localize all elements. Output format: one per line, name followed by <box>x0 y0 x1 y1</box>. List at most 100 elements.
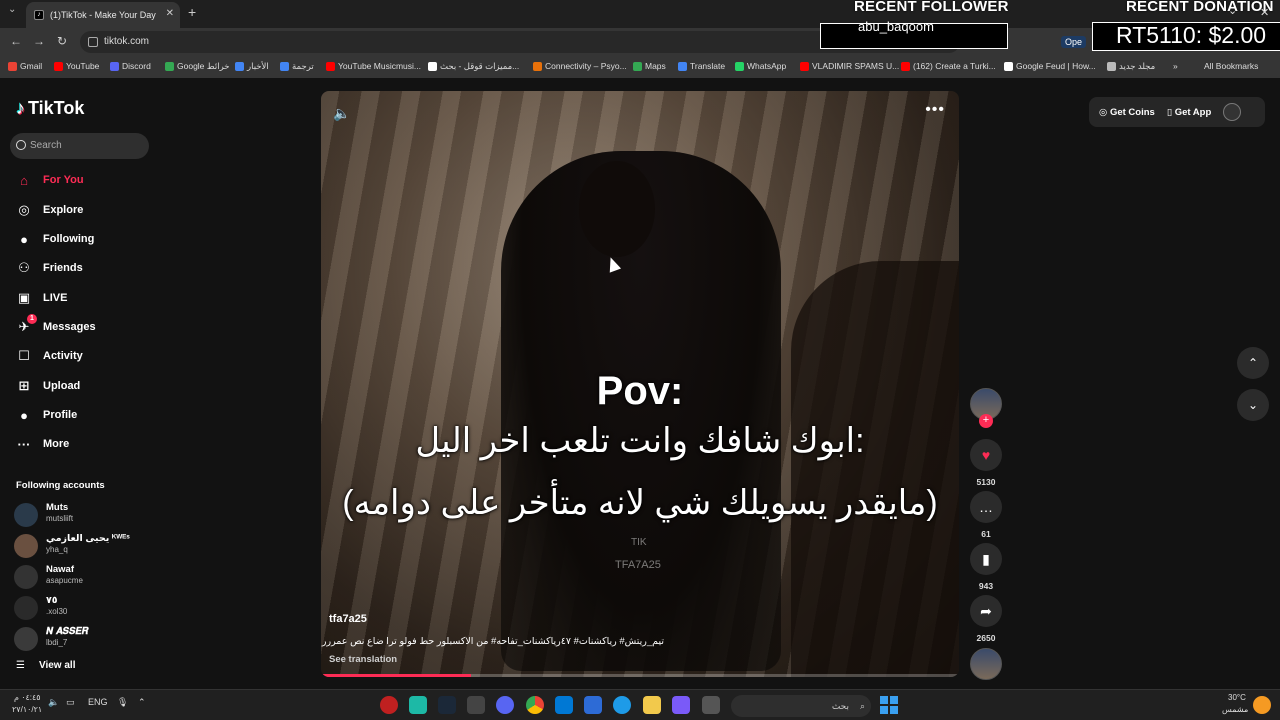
tab-list-chevron-icon[interactable]: ⌄ <box>8 4 16 15</box>
search-input[interactable]: Search <box>10 133 149 159</box>
sidebar-item-following[interactable]: ● Following <box>16 229 94 249</box>
bookmark-item[interactable]: YouTube Musicmusi... <box>326 61 421 71</box>
network-tray-icon[interactable]: ▭ <box>66 697 75 708</box>
sidebar-item-explore[interactable]: ◎ Explore <box>16 200 83 220</box>
file-explorer-icon[interactable] <box>643 696 661 714</box>
volume-tray-icon[interactable]: 🔈 <box>48 697 59 708</box>
next-video-chevron-down-icon[interactable]: ⌄ <box>1237 389 1269 421</box>
view-all-button[interactable]: ☰ View all <box>16 660 75 671</box>
open-app-chip[interactable]: Ope <box>1061 36 1087 48</box>
user-avatar[interactable] <box>1223 103 1242 121</box>
see-translation-link[interactable]: See translation <box>329 654 397 665</box>
bookmark-icon[interactable]: ▮ <box>970 543 1002 575</box>
sidebar-item-more[interactable]: ··· More <box>16 434 70 454</box>
edge-taskbar-icon[interactable] <box>613 696 631 714</box>
media-app-icon[interactable] <box>467 696 485 714</box>
windows-start-icon[interactable] <box>880 696 898 714</box>
bookmark-item[interactable]: WhatsApp <box>735 61 786 71</box>
weather-desc[interactable]: مشمس <box>1222 705 1248 714</box>
bookmark-item[interactable]: Discord <box>110 61 151 71</box>
heart-icon[interactable]: ♥ <box>970 439 1002 471</box>
compass-icon: ◎ <box>18 202 30 217</box>
back-icon[interactable]: ← <box>10 34 22 48</box>
obs-app-icon[interactable] <box>380 696 398 714</box>
video-more-options-icon[interactable]: ••• <box>925 101 945 119</box>
microphone-tray-icon[interactable]: 🎙 <box>117 697 128 708</box>
url-text: tiktok.com <box>104 36 150 47</box>
account-name: ٧٥ <box>46 595 58 606</box>
recent-donation-title: RECENT DONATION <box>1126 0 1274 15</box>
discord-taskbar-icon[interactable] <box>496 696 514 714</box>
get-coins-button[interactable]: ◎ Get Coins <box>1099 107 1155 118</box>
get-app-button[interactable]: ▯ Get App <box>1167 107 1211 118</box>
bookmark-item[interactable]: Connectivity – Psyo... <box>533 61 627 71</box>
music-disc-avatar[interactable] <box>970 648 1002 680</box>
follow-plus-icon[interactable]: + <box>979 414 993 428</box>
forward-icon[interactable]: → <box>33 34 45 48</box>
mail-app-icon[interactable] <box>555 696 573 714</box>
clock-date[interactable]: ٢٧/١٠/٢١ <box>12 705 42 714</box>
video-progress-bar[interactable] <box>321 674 959 677</box>
bookmark-item[interactable]: مجلد جديد <box>1107 61 1155 72</box>
bookmark-item[interactable]: الأخبار <box>235 61 269 72</box>
bookmarks-overflow-icon[interactable]: » <box>1173 61 1178 71</box>
window-minimize-icon[interactable]: ⌄ <box>1228 4 1237 17</box>
bookmark-item[interactable]: YouTube <box>54 61 99 71</box>
sidebar-item-upload[interactable]: ⊞ Upload <box>16 376 81 396</box>
bookmark-item[interactable]: Translate <box>678 61 725 71</box>
task-view-icon[interactable] <box>702 696 720 714</box>
reload-icon[interactable]: ↻ <box>57 34 67 48</box>
bookmark-label: Gmail <box>20 61 43 71</box>
account-handle: yha_q <box>46 545 68 554</box>
sidebar-item-friends[interactable]: ⚇ Friends <box>16 258 83 278</box>
tray-overflow-chevron-icon[interactable]: ⌃ <box>138 697 146 708</box>
bookmark-item[interactable]: Maps <box>633 61 666 71</box>
all-bookmarks-button[interactable]: All Bookmarks <box>1204 61 1258 71</box>
comment-icon[interactable]: … <box>970 491 1002 523</box>
browser-address-bar: ← → ↻ tiktok.com <box>0 28 1280 56</box>
account-handle: asapucme <box>46 576 83 585</box>
video-author[interactable]: tfa7a25 <box>329 613 367 625</box>
bookmark-item[interactable]: (162) Create a Turki... <box>901 61 996 71</box>
store-app-icon[interactable] <box>584 696 602 714</box>
share-action[interactable]: ➦ 2650 <box>970 595 1002 643</box>
bookmark-favicon-icon <box>326 61 335 71</box>
sidebar-item-messages[interactable]: ✈ 1 Messages <box>16 314 96 337</box>
tiktok-logo[interactable]: ♪ TikTok <box>16 98 84 119</box>
previous-video-chevron-up-icon[interactable]: ⌃ <box>1237 347 1269 379</box>
sidebar-item-activity[interactable]: ☐ Activity <box>16 346 83 366</box>
account-name: 𝑵 𝑨𝑺𝑺𝑬𝑹 <box>46 626 89 637</box>
chrome-taskbar-icon[interactable] <box>526 696 544 714</box>
bookmark-item[interactable]: ترجمة <box>280 61 314 72</box>
save-action[interactable]: ▮ 943 <box>970 543 1002 591</box>
new-tab-button[interactable]: + <box>188 4 196 20</box>
window-close-icon[interactable]: ✕ <box>1260 6 1269 19</box>
bookmark-label: Discord <box>122 61 151 71</box>
site-info-icon[interactable] <box>88 37 98 47</box>
chat-app-icon[interactable] <box>409 696 427 714</box>
app-launcher-icon[interactable] <box>672 696 690 714</box>
bookmark-favicon-icon <box>428 62 437 71</box>
tab-close-icon[interactable]: ✕ <box>166 8 174 19</box>
sidebar-item-profile[interactable]: ● Profile <box>16 405 77 425</box>
account-name: Nawaf <box>46 564 74 575</box>
input-language[interactable]: ENG <box>88 697 108 707</box>
bookmark-item[interactable]: VLADIMIR SPAMS U... <box>800 61 899 71</box>
like-action[interactable]: ♥ 5130 <box>970 439 1002 487</box>
video-player[interactable]: 🔈 ••• Pov: ابوك شافك وانت تلعب اخر اليل:… <box>321 91 959 677</box>
share-icon[interactable]: ➦ <box>970 595 1002 627</box>
share-count: 2650 <box>976 633 996 643</box>
bookmark-item[interactable]: Google Feud | How... <box>1004 61 1096 71</box>
taskbar-search[interactable]: بحث ⌕ <box>731 695 871 717</box>
comment-action[interactable]: … 61 <box>970 491 1002 539</box>
sidebar-item-for-you[interactable]: ⌂ For You <box>16 170 83 190</box>
bookmark-item[interactable]: Google خرائط <box>165 61 230 72</box>
volume-icon[interactable]: 🔈 <box>333 105 350 122</box>
bookmark-item[interactable]: Gmail <box>8 61 42 71</box>
weather-temp[interactable]: 30°C <box>1228 693 1246 702</box>
sidebar-item-live[interactable]: ▣ LIVE <box>16 288 68 308</box>
bookmark-item[interactable]: مميزات قوقل - بحث... <box>428 61 519 72</box>
browser-tab[interactable]: ♪ (1)TikTok - Make Your Day ✕ <box>26 2 180 28</box>
steam-icon[interactable] <box>438 696 456 714</box>
clock-time[interactable]: ٠٤:٤٥ م <box>14 693 41 702</box>
